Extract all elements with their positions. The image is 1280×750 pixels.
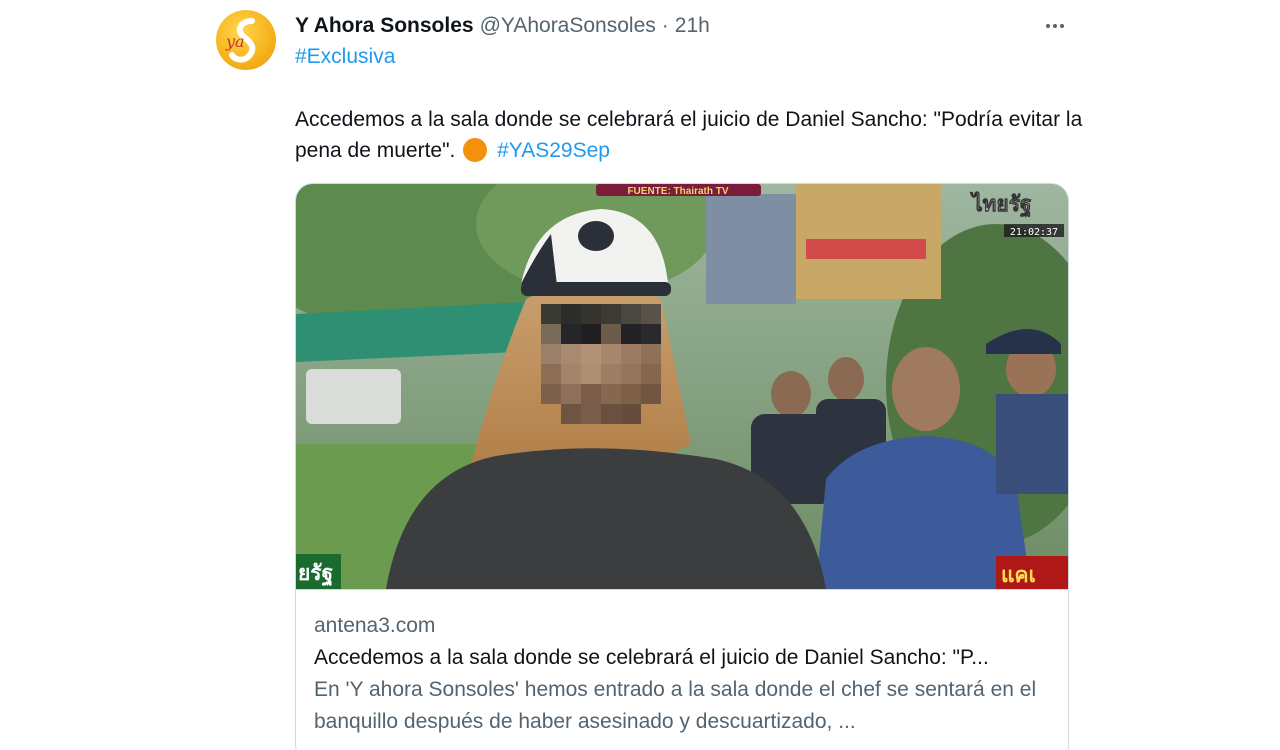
hashtag-yas29sep[interactable]: #YAS29Sep <box>497 139 610 162</box>
orange-circle-emoji-icon <box>463 138 488 162</box>
hashtag-exclusiva[interactable]: #Exclusiva <box>295 45 395 69</box>
display-name[interactable]: Y Ahora Sonsoles <box>295 14 474 38</box>
tweet-header: Y Ahora Sonsoles @YAhoraSonsoles · 21h <box>295 12 710 40</box>
source-banner-text: FUENTE: Thairath TV <box>627 186 728 197</box>
more-options-button[interactable] <box>1040 14 1070 38</box>
tweet[interactable]: ya Y Ahora Sonsoles @YAhoraSonsoles · 21… <box>0 0 1280 750</box>
more-horizontal-icon <box>1046 24 1050 28</box>
card-domain: antena3.com <box>314 614 436 637</box>
user-handle[interactable]: @YAhoraSonsoles <box>480 14 656 38</box>
broadcast-clock: 21:02:37 <box>1010 227 1058 238</box>
white-truck <box>306 369 401 424</box>
card-description: En 'Y ahora Sonsoles' hemos entrado a la… <box>314 678 1037 733</box>
bottom-right-overlay: แคเ <box>1001 563 1036 587</box>
card-info[interactable]: antena3.com Accedemos a la sala donde se… <box>296 589 1068 738</box>
separator-dot: · <box>661 14 669 37</box>
news-video-still: FUENTE: Thairath TV ไทยรัฐ 21:02:37 ยรัฐ… <box>296 184 1068 589</box>
channel-logo-text: ไทยรัฐ <box>970 191 1032 218</box>
timestamp[interactable]: 21h <box>675 14 710 38</box>
bystander-head <box>892 347 960 431</box>
bottom-left-overlay: ยรัฐ <box>298 561 333 587</box>
link-preview-card[interactable]: FUENTE: Thairath TV ไทยรัฐ 21:02:37 ยรัฐ… <box>295 183 1069 750</box>
svg-text:ya: ya <box>225 32 245 51</box>
avatar[interactable]: ya <box>216 10 276 70</box>
tweet-text: Accedemos a la sala donde se celebrará e… <box>295 104 1085 166</box>
tweet-body: Accedemos a la sala donde se celebrará e… <box>295 108 1083 162</box>
more-horizontal-icon <box>1053 24 1057 28</box>
ya-sonsoles-logo-icon: ya <box>225 18 256 63</box>
card-image[interactable]: FUENTE: Thairath TV ไทยรัฐ 21:02:37 ยรัฐ… <box>296 184 1068 589</box>
card-title: Accedemos a la sala donde se celebrará e… <box>314 646 989 669</box>
more-horizontal-icon <box>1060 24 1064 28</box>
officer-head <box>771 371 811 417</box>
